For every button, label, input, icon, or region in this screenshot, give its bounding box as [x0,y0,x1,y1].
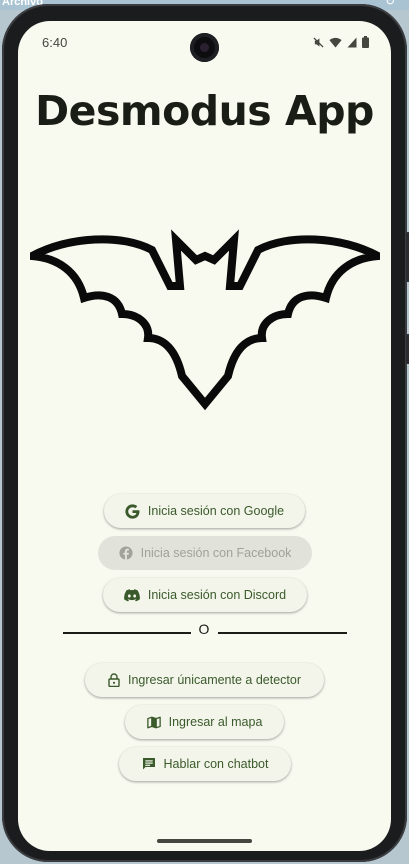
phone-frame: 6:40 Desmodus App Inicia sesión con Goog… [2,4,409,862]
discord-login-button[interactable]: Inicia sesión con Discord [103,578,307,612]
detector-button[interactable]: Ingresar únicamente a detector [85,663,324,697]
discord-icon [123,588,140,601]
front-camera [190,33,219,62]
map-label: Ingresar al mapa [168,715,263,729]
app-title: Desmodus App [35,87,374,135]
chatbot-label: Hablar con chatbot [163,757,269,771]
battery-icon [362,36,369,48]
wifi-icon [329,37,342,47]
status-time: 6:40 [42,35,68,50]
map-icon [146,716,161,728]
app-screen: 6:40 Desmodus App Inicia sesión con Goog… [18,21,391,851]
refresh-icon[interactable]: ↻ [385,0,395,8]
status-icons [313,36,369,48]
discord-login-label: Inicia sesión con Discord [147,588,287,602]
facebook-icon [119,546,133,560]
detector-label: Ingresar únicamente a detector [127,673,302,687]
divider-line-left [63,632,191,634]
facebook-login-label: Inicia sesión con Facebook [140,546,292,560]
divider-line-right [218,632,347,634]
map-button[interactable]: Ingresar al mapa [125,705,284,739]
chatbot-button[interactable]: Hablar con chatbot [119,747,291,781]
signal-icon [347,37,357,47]
chat-icon [142,758,155,770]
bat-icon [30,229,380,411]
facebook-login-button[interactable]: Inicia sesión con Facebook [98,536,312,570]
google-login-label: Inicia sesión con Google [147,504,285,518]
google-icon [125,503,140,519]
divider-text: O [198,621,210,637]
lock-icon [108,673,120,687]
google-login-button[interactable]: Inicia sesión con Google [104,494,305,528]
mute-icon [313,36,324,48]
home-indicator[interactable] [157,839,252,843]
